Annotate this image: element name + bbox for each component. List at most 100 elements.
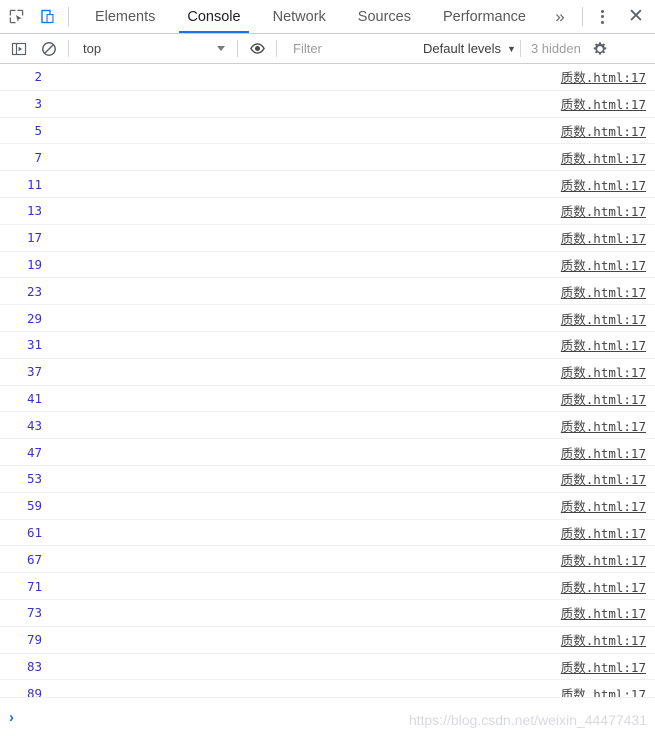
console-message-row[interactable]: 67 质数.html:17	[0, 546, 655, 574]
console-message-row[interactable]: 83 质数.html:17	[0, 654, 655, 681]
console-message-source-link[interactable]: 质数.html:17	[561, 67, 646, 86]
gear-icon[interactable]	[587, 41, 613, 57]
console-message-text: 79	[26, 632, 42, 648]
console-message-text: 7	[34, 149, 42, 165]
console-message-source-link[interactable]: 质数.html:17	[561, 657, 646, 676]
hidden-messages-count: 3 hidden	[530, 41, 581, 56]
console-message-row[interactable]: 37 质数.html:17	[0, 359, 655, 386]
console-message-text: 53	[26, 471, 42, 487]
console-message-row[interactable]: 13 质数.html:17	[0, 198, 655, 225]
console-toolbar-divider-4	[519, 40, 521, 57]
console-message-text: 61	[26, 524, 42, 540]
chevron-down-icon	[217, 46, 225, 51]
console-message-text: 47	[26, 444, 42, 460]
console-message-source-link[interactable]: 质数.html:17	[561, 121, 646, 140]
console-message-source-link[interactable]: 质数.html:17	[561, 469, 646, 488]
console-message-source-link[interactable]: 质数.html:17	[561, 255, 646, 274]
console-message-source-link[interactable]: 质数.html:17	[561, 603, 646, 622]
console-message-source-link[interactable]: 质数.html:17	[561, 416, 646, 435]
console-prompt[interactable]: ›	[0, 697, 655, 736]
console-message-source-link[interactable]: 质数.html:17	[561, 335, 646, 354]
console-message-source-link[interactable]: 质数.html:17	[561, 684, 646, 697]
console-message-row[interactable]: 89 质数.html:17	[0, 680, 655, 697]
tab-network-label: Network	[272, 8, 326, 25]
clear-console-icon[interactable]	[34, 36, 64, 62]
live-expression-icon[interactable]	[242, 36, 272, 62]
console-message-source-link[interactable]: 质数.html:17	[561, 362, 646, 381]
console-message-row[interactable]: 73 质数.html:17	[0, 600, 655, 627]
console-message-text: 23	[26, 283, 42, 299]
execution-context-dropdown[interactable]: top	[73, 41, 233, 56]
tab-network[interactable]: Network	[257, 0, 342, 33]
console-message-text: 59	[26, 498, 42, 514]
log-levels-dropdown[interactable]: Default levels ▼	[423, 41, 516, 56]
console-message-row[interactable]: 41 质数.html:17	[0, 386, 655, 413]
console-message-source-link[interactable]: 质数.html:17	[561, 550, 646, 569]
console-message-row[interactable]: 3 质数.html:17	[0, 91, 655, 118]
console-message-row[interactable]: 59 质数.html:17	[0, 493, 655, 520]
console-message-list[interactable]: 2 质数.html:17 3 质数.html:17 5 质数.html:17 7…	[0, 64, 655, 697]
console-message-source-link[interactable]: 质数.html:17	[561, 389, 646, 408]
inspect-element-icon[interactable]	[0, 0, 32, 33]
devtools-window: Elements Console Network Sources Perform…	[0, 0, 655, 736]
more-tabs-icon[interactable]: »	[542, 0, 578, 33]
console-message-text: 89	[26, 685, 42, 697]
console-message-row[interactable]: 7 质数.html:17	[0, 144, 655, 172]
console-message-source-link[interactable]: 质数.html:17	[561, 148, 646, 167]
close-icon[interactable]: ✕	[617, 0, 655, 33]
console-prompt-input[interactable]	[29, 708, 655, 726]
console-message-text: 13	[26, 203, 42, 219]
console-message-row[interactable]: 71 质数.html:17	[0, 573, 655, 600]
console-message-row[interactable]: 17 质数.html:17	[0, 225, 655, 252]
console-message-text: 17	[26, 230, 42, 246]
devtools-tabbar: Elements Console Network Sources Perform…	[0, 0, 655, 34]
console-toolbar: top Default levels ▼ 3 hidden	[0, 34, 655, 64]
console-message-source-link[interactable]: 质数.html:17	[561, 94, 646, 113]
prompt-caret-icon: ›	[9, 708, 14, 726]
console-message-row[interactable]: 43 质数.html:17	[0, 412, 655, 440]
console-message-source-link[interactable]: 质数.html:17	[561, 523, 646, 542]
console-message-row[interactable]: 61 质数.html:17	[0, 520, 655, 547]
console-toolbar-divider-2	[237, 40, 238, 57]
console-message-source-link[interactable]: 质数.html:17	[561, 201, 646, 220]
filter-input[interactable]	[287, 39, 411, 58]
tab-console[interactable]: Console	[171, 0, 256, 33]
console-message-source-link[interactable]: 质数.html:17	[561, 282, 646, 301]
console-message-row[interactable]: 53 质数.html:17	[0, 466, 655, 493]
console-message-text: 19	[26, 256, 42, 272]
console-message-row[interactable]: 11 质数.html:17	[0, 171, 655, 198]
console-message-text: 5	[34, 122, 42, 138]
console-message-source-link[interactable]: 质数.html:17	[561, 577, 646, 596]
console-message-source-link[interactable]: 质数.html:17	[561, 630, 646, 649]
console-message-row[interactable]: 79 质数.html:17	[0, 627, 655, 654]
device-toolbar-icon[interactable]	[32, 0, 64, 33]
kebab-menu-icon[interactable]	[587, 0, 617, 33]
console-message-row[interactable]: 23 质数.html:17	[0, 278, 655, 306]
tab-performance[interactable]: Performance	[427, 0, 542, 33]
console-message-text: 3	[34, 96, 42, 112]
console-message-source-link[interactable]: 质数.html:17	[561, 228, 646, 247]
execution-context-label: top	[83, 41, 102, 56]
log-levels-label: Default levels	[423, 41, 502, 56]
console-toolbar-divider-3	[276, 40, 277, 57]
chevron-down-icon-levels: ▼	[507, 43, 516, 54]
console-sidebar-icon[interactable]	[4, 36, 34, 62]
console-message-row[interactable]: 29 质数.html:17	[0, 305, 655, 332]
console-toolbar-divider-1	[68, 40, 69, 57]
console-message-row[interactable]: 2 质数.html:17	[0, 64, 655, 91]
tabbar-divider-2	[582, 7, 583, 26]
console-message-text: 43	[26, 417, 42, 433]
console-message-text: 83	[26, 658, 42, 674]
toolbar-divider	[68, 7, 69, 26]
console-message-source-link[interactable]: 质数.html:17	[561, 175, 646, 194]
console-message-source-link[interactable]: 质数.html:17	[561, 309, 646, 328]
tab-sources[interactable]: Sources	[342, 0, 427, 33]
console-message-text: 31	[26, 337, 42, 353]
tab-elements[interactable]: Elements	[79, 0, 171, 33]
console-message-source-link[interactable]: 质数.html:17	[561, 496, 646, 515]
console-message-source-link[interactable]: 质数.html:17	[561, 443, 646, 462]
console-message-row[interactable]: 31 质数.html:17	[0, 332, 655, 359]
console-message-row[interactable]: 19 质数.html:17	[0, 252, 655, 279]
console-message-row[interactable]: 47 质数.html:17	[0, 439, 655, 466]
console-message-row[interactable]: 5 质数.html:17	[0, 118, 655, 145]
